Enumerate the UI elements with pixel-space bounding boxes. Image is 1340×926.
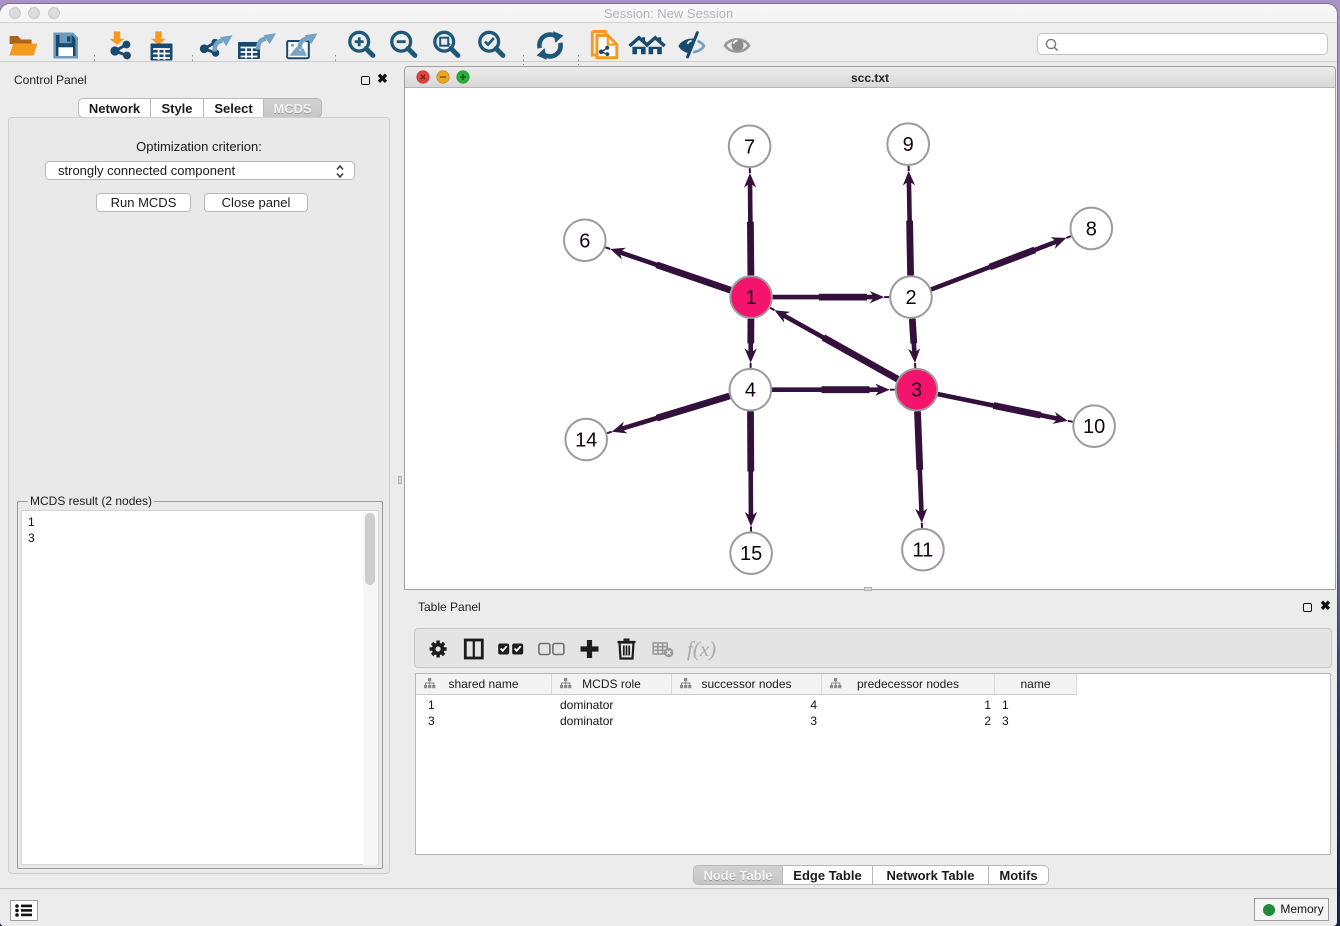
svg-text:2: 2 [905, 287, 916, 309]
svg-text:11: 11 [913, 540, 934, 562]
svg-text:f(x): f(x) [687, 637, 716, 661]
svg-text:10: 10 [1083, 416, 1105, 438]
svg-text:1: 1 [746, 287, 757, 309]
svg-text:6: 6 [579, 230, 590, 252]
svg-text:3: 3 [911, 380, 922, 402]
svg-text:7: 7 [744, 136, 755, 158]
svg-text:9: 9 [903, 134, 914, 156]
svg-text:14: 14 [575, 430, 597, 452]
svg-text:15: 15 [740, 543, 762, 565]
svg-text:4: 4 [745, 380, 756, 402]
svg-text:8: 8 [1086, 218, 1097, 240]
